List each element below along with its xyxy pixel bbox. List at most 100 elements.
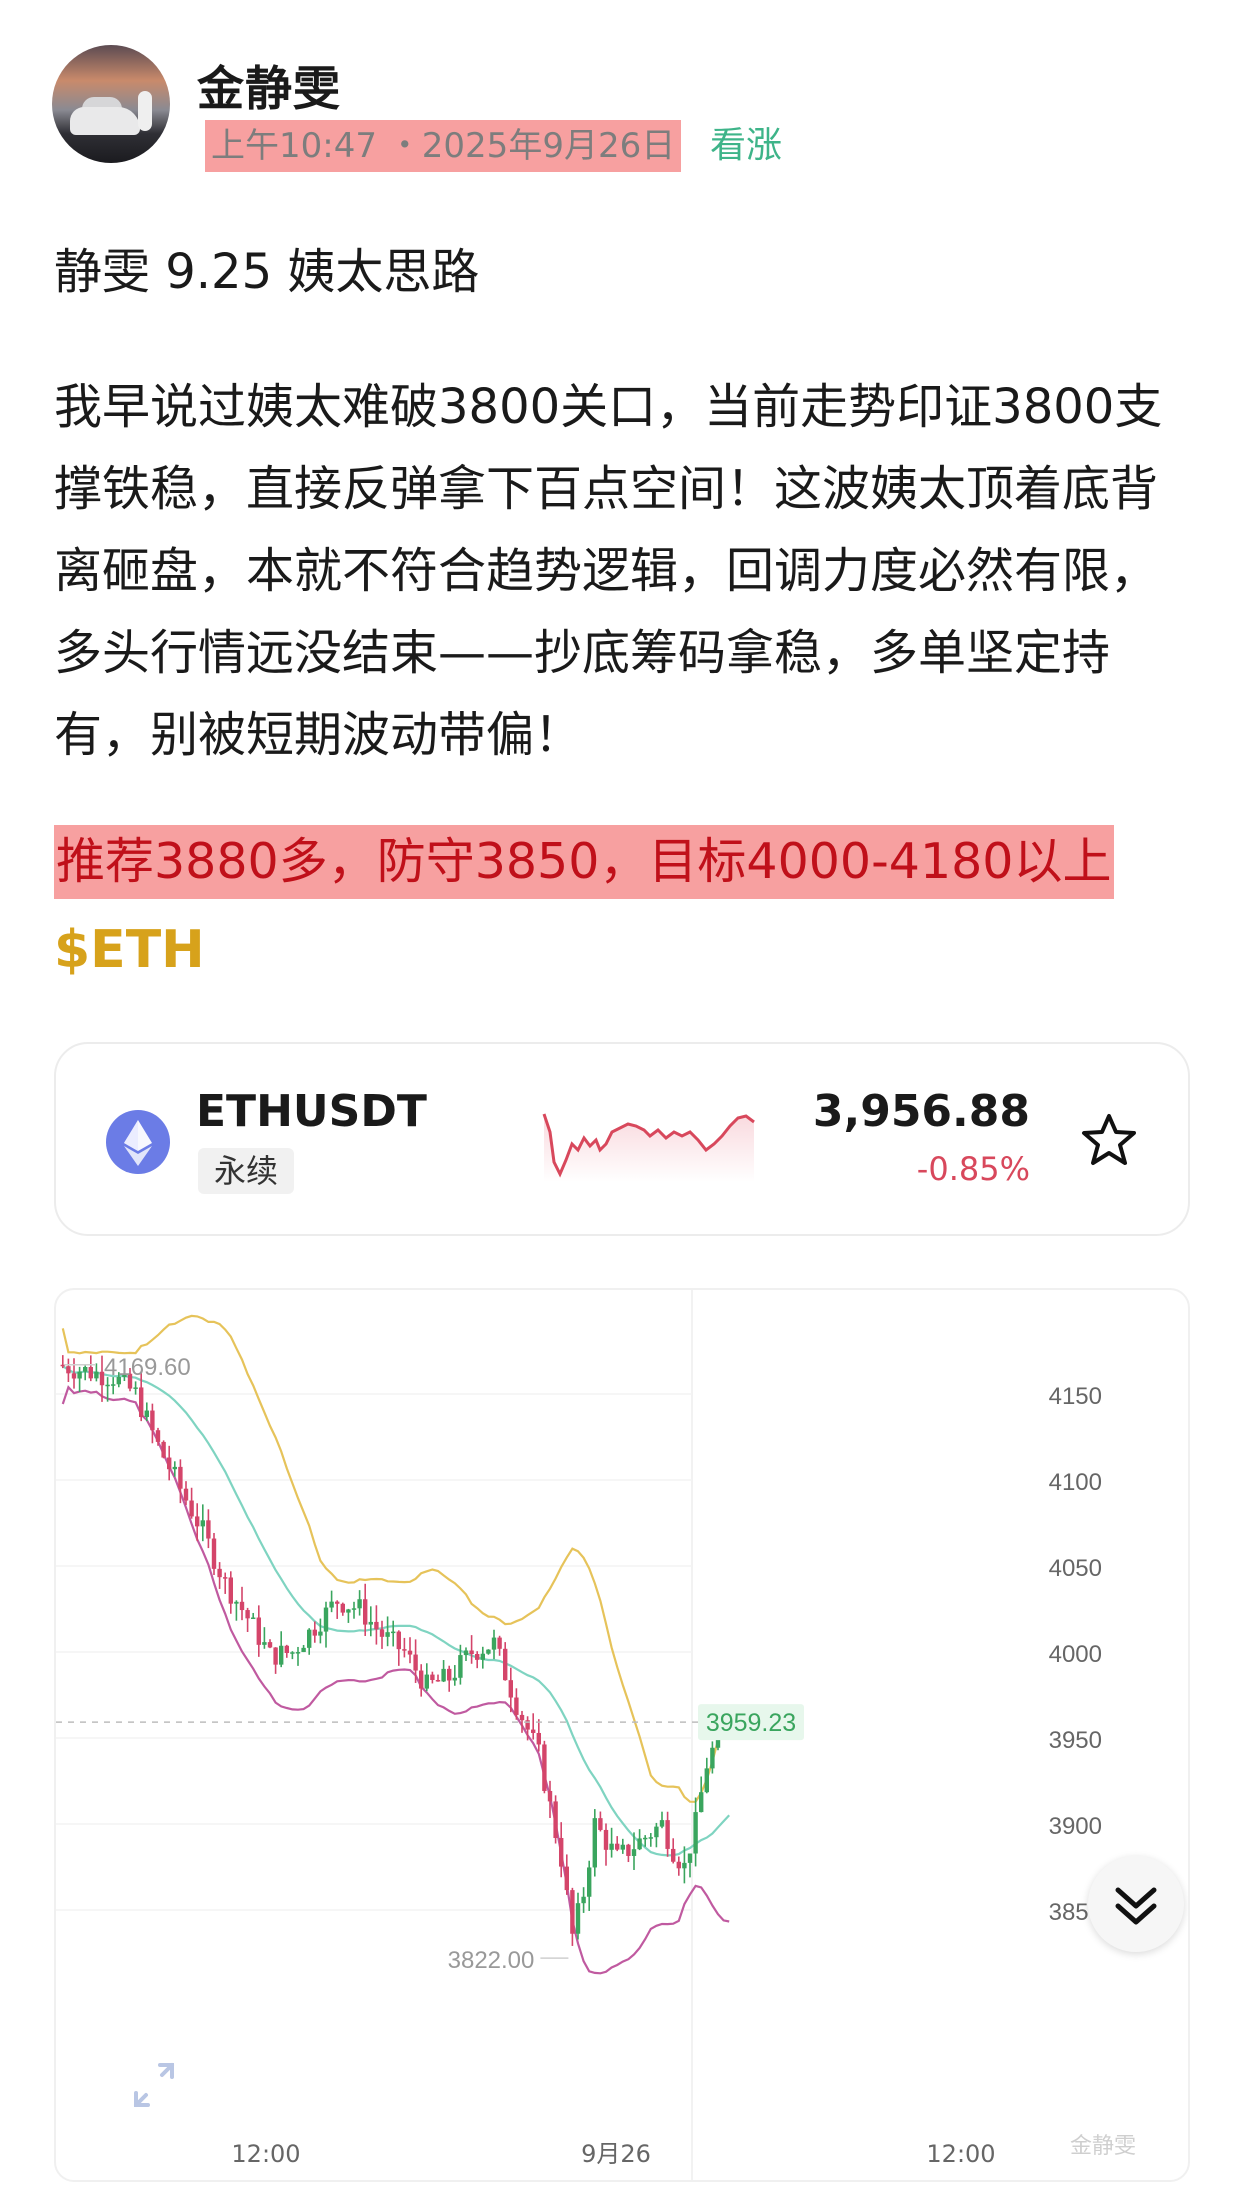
candle-body	[284, 1645, 289, 1654]
candle-body	[256, 1617, 261, 1645]
candle-body	[144, 1410, 149, 1418]
candle-body	[665, 1820, 670, 1849]
candle-body	[379, 1629, 385, 1637]
candle-body	[245, 1610, 250, 1619]
candle-body	[391, 1631, 396, 1634]
candle-body	[458, 1655, 463, 1678]
candle-body	[637, 1838, 642, 1850]
candle-body	[469, 1650, 474, 1654]
ticker-symbol: ETHUSDT	[196, 1086, 427, 1137]
y-tick-label: 3900	[1049, 1813, 1102, 1840]
ethereum-icon	[106, 1110, 170, 1174]
star-icon[interactable]	[1080, 1112, 1138, 1172]
candle-body	[441, 1668, 446, 1682]
sentiment-tag: 看涨	[710, 125, 783, 166]
candle-body	[139, 1387, 144, 1418]
y-tick-label: 3950	[1049, 1727, 1102, 1754]
expand-icon[interactable]	[114, 2047, 194, 2127]
candle-body	[351, 1608, 357, 1610]
candle-body	[340, 1603, 345, 1613]
candle-body	[133, 1387, 138, 1389]
candle-body	[150, 1410, 155, 1431]
candle-body	[83, 1366, 88, 1372]
candle-body	[195, 1516, 200, 1527]
candle-body	[435, 1679, 441, 1682]
eth-cashtag[interactable]: $ETH	[54, 920, 205, 980]
post-body: 我早说过姨太难破3800关口，当前走势印证3800支撑铁稳，直接反弹拿下百点空间…	[54, 379, 1163, 763]
ticker-card[interactable]: ETHUSDT 永续 3,956.88 -0.85%	[54, 1042, 1190, 1236]
candle-body	[486, 1649, 491, 1654]
author-avatar[interactable]	[52, 45, 170, 163]
price-chart[interactable]: 4150 4100 4050 4000 3950 3900 3850 12:00 9月26 12:…	[54, 1288, 1190, 2182]
candle-body	[508, 1680, 513, 1698]
x-tick-label: 9月26	[581, 2140, 651, 2168]
candle-body	[620, 1844, 625, 1850]
candle-body	[704, 1768, 709, 1793]
candle-body	[564, 1866, 569, 1891]
candle-body	[88, 1366, 93, 1379]
candle-body	[251, 1617, 256, 1620]
candle-body	[279, 1645, 284, 1665]
candle-body	[514, 1697, 519, 1715]
candle-body	[312, 1629, 317, 1636]
candle-body	[396, 1631, 401, 1650]
candle-body	[66, 1366, 71, 1374]
candle-body	[189, 1500, 194, 1517]
candle-body	[659, 1820, 665, 1827]
candle-body	[615, 1843, 620, 1850]
candle-body	[178, 1466, 183, 1489]
lower-band-line	[61, 1385, 730, 1975]
candle-body	[368, 1621, 373, 1625]
last-price-label: 3959.23	[706, 1709, 796, 1737]
candle-body	[559, 1837, 564, 1867]
candle-body	[413, 1654, 418, 1671]
candle-body	[346, 1609, 351, 1613]
ticker-price: 3,956.88	[812, 1086, 1030, 1137]
y-tick-label: 4050	[1049, 1555, 1102, 1582]
candle-body	[357, 1599, 362, 1609]
candle-body	[402, 1649, 407, 1651]
candle-body	[211, 1538, 217, 1569]
candle-body	[587, 1867, 592, 1897]
double-chevron-down-icon[interactable]	[1088, 1856, 1184, 1952]
candlestick-chart: 415041004050400039503900385012:00 9月26 12:…	[56, 1290, 1102, 2180]
y-tick-label: 4000	[1049, 1641, 1102, 1668]
candle-body	[71, 1373, 77, 1379]
candle-body	[161, 1441, 166, 1458]
post-title: 静雯 9.25 姨太思路	[54, 244, 480, 300]
candle-body	[419, 1670, 424, 1689]
candle-body	[687, 1853, 693, 1863]
candle-body	[167, 1457, 172, 1470]
author-name[interactable]: 金静雯	[197, 50, 341, 119]
candle-body	[234, 1601, 239, 1604]
trade-recommendation: 推荐3880多，防守3850，目标4000-4180以上	[54, 825, 1114, 899]
candle-body	[519, 1714, 525, 1721]
candle-body	[172, 1466, 177, 1470]
candle-body	[536, 1732, 541, 1745]
candle-body	[603, 1829, 609, 1850]
candle-body	[407, 1650, 413, 1655]
candle-body	[329, 1601, 334, 1608]
upper-band-line	[61, 1314, 731, 1803]
candle-body	[447, 1668, 452, 1681]
candle-body	[491, 1637, 497, 1650]
candle-body	[430, 1674, 435, 1680]
candle-body	[609, 1843, 614, 1850]
high-price-label: 4169.60	[104, 1354, 191, 1381]
candle-body	[111, 1384, 116, 1386]
candle-body	[497, 1637, 502, 1649]
low-price-label: 3822.00	[448, 1947, 535, 1974]
post-timestamp: 上午10:47 ・2025年9月26日	[205, 120, 682, 172]
candle-body	[648, 1837, 653, 1839]
price-sparkline	[542, 1113, 755, 1182]
candle-body	[200, 1520, 205, 1527]
candle-body	[262, 1642, 267, 1645]
candle-body	[307, 1629, 312, 1648]
candle-body	[682, 1862, 687, 1869]
candle-body	[267, 1642, 273, 1648]
candle-body	[206, 1520, 211, 1539]
y-tick-label: 4150	[1049, 1383, 1102, 1410]
candle-body	[581, 1896, 586, 1904]
candle-body	[374, 1621, 379, 1630]
candle-body	[531, 1729, 536, 1733]
